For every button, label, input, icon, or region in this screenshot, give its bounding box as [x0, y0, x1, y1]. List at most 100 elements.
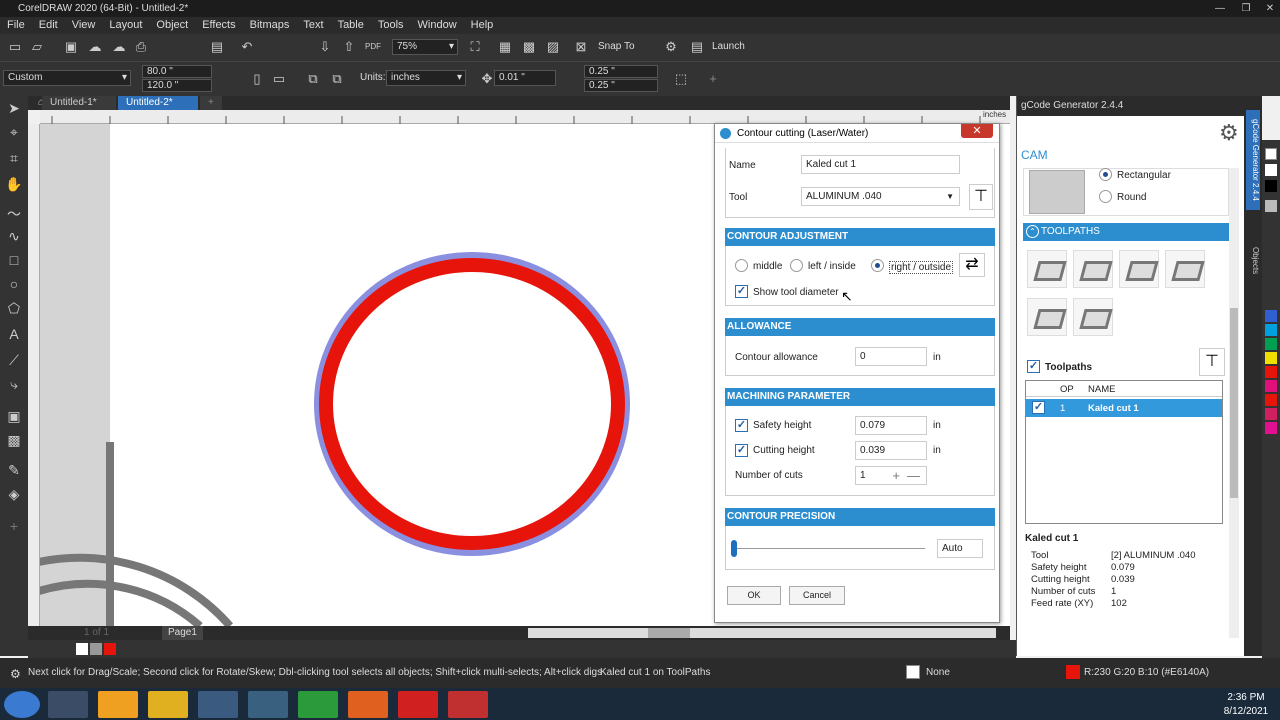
- menu-help[interactable]: Help: [464, 17, 501, 34]
- panel-scrollbar[interactable]: [1229, 168, 1239, 638]
- contour-allowance-input[interactable]: 0: [855, 347, 927, 366]
- vertical-ruler[interactable]: [28, 124, 40, 626]
- new-tab-icon[interactable]: +: [200, 96, 222, 110]
- taskbar-app3-icon[interactable]: [248, 691, 288, 718]
- rulers-icon[interactable]: ▦: [496, 38, 514, 56]
- taskbar-app6-icon[interactable]: [448, 691, 488, 718]
- taskbar-firefox-icon[interactable]: [348, 691, 388, 718]
- panel-scrollbar-thumb[interactable]: [1230, 308, 1238, 498]
- tool-database-icon[interactable]: ⊤: [1199, 348, 1225, 376]
- taskbar-app4-icon[interactable]: [298, 691, 338, 718]
- paste-icon[interactable]: ▤: [208, 38, 226, 56]
- swap-direction-icon[interactable]: ⇄: [959, 253, 985, 277]
- swatch-pink[interactable]: [1265, 422, 1277, 434]
- new-document-icon[interactable]: ▭: [6, 38, 24, 56]
- tool-library-icon[interactable]: ⊤: [969, 184, 993, 210]
- duplicate-x-field[interactable]: 0.25 ": [584, 65, 658, 78]
- portrait-icon[interactable]: ▯: [248, 70, 266, 88]
- number-of-cuts-input[interactable]: 1 + —: [855, 466, 927, 485]
- toolpath-text-icon[interactable]: [1165, 250, 1205, 288]
- swatch-no-color[interactable]: [1265, 148, 1277, 160]
- ellipse-tool-icon[interactable]: ○: [4, 274, 24, 294]
- collapse-icon[interactable]: ⌃: [1026, 225, 1039, 238]
- name-input[interactable]: Kaled cut 1: [801, 155, 960, 174]
- tab-cam[interactable]: CAM: [1021, 148, 1048, 162]
- increment-icon[interactable]: +: [892, 467, 900, 484]
- units-select[interactable]: inches ▾: [386, 70, 466, 86]
- eyedropper-icon[interactable]: ✎: [4, 460, 24, 480]
- radio-right-outside[interactable]: [871, 259, 884, 272]
- page-preset-select[interactable]: Custom ▾: [3, 70, 131, 86]
- menu-bitmaps[interactable]: Bitmaps: [243, 17, 297, 34]
- taskbar-coreldraw-icon[interactable]: [98, 691, 138, 718]
- open-icon[interactable]: ▱: [28, 38, 46, 56]
- menu-tools[interactable]: Tools: [371, 17, 411, 34]
- minimize-button[interactable]: —: [1208, 0, 1232, 17]
- undo-icon[interactable]: ↶: [238, 38, 256, 56]
- precision-slider-track[interactable]: [733, 548, 925, 549]
- status-gear-icon[interactable]: ⚙: [10, 667, 21, 681]
- transparency-icon[interactable]: ▩: [4, 430, 24, 450]
- radio-round[interactable]: [1099, 190, 1112, 203]
- toolpaths-section-header[interactable]: ⌃ TOOLPATHS: [1023, 223, 1229, 241]
- pick-tool-icon[interactable]: ➤: [4, 98, 24, 118]
- taskbar-explorer-icon[interactable]: [198, 691, 238, 718]
- swatch-red[interactable]: [1265, 366, 1277, 378]
- precision-slider-handle[interactable]: [731, 540, 737, 557]
- menu-effects[interactable]: Effects: [195, 17, 242, 34]
- start-button-icon[interactable]: [4, 691, 40, 718]
- menu-file[interactable]: File: [0, 17, 32, 34]
- taskbar-app5-icon[interactable]: [398, 691, 438, 718]
- toolpath-pocket-icon[interactable]: [1073, 250, 1113, 288]
- tab-untitled-1[interactable]: Untitled-1*: [42, 96, 116, 110]
- page-height-field[interactable]: 120.0 ": [142, 79, 212, 92]
- options-gear-icon[interactable]: ⚙: [662, 38, 680, 56]
- artistic-media-icon[interactable]: ∿: [4, 226, 24, 246]
- pan-tool-icon[interactable]: ✋: [4, 174, 24, 194]
- cloud-icon[interactable]: ☁: [86, 38, 104, 56]
- import-icon[interactable]: ⇩: [316, 38, 334, 56]
- dialog-title-bar[interactable]: Contour cutting (Laser/Water) ✕: [715, 124, 999, 143]
- snap-to-dropdown[interactable]: Snap To: [598, 41, 635, 52]
- toolpath-drill-icon[interactable]: [1119, 250, 1159, 288]
- parallel-dimension-icon[interactable]: ⟋: [4, 350, 24, 370]
- swatch-cyan[interactable]: [1265, 324, 1277, 336]
- radio-rectangular[interactable]: [1099, 168, 1112, 181]
- snap-icon[interactable]: ⊠: [572, 38, 590, 56]
- horizontal-ruler[interactable]: inches: [40, 110, 1010, 124]
- launch-dropdown[interactable]: Launch: [712, 41, 745, 52]
- current-page-icon[interactable]: ⧉: [328, 70, 346, 88]
- docker-tab-gcode[interactable]: gCode Generator 2.4.4: [1246, 110, 1260, 210]
- menu-edit[interactable]: Edit: [32, 17, 65, 34]
- dialog-close-button[interactable]: ✕: [961, 124, 993, 138]
- print-icon[interactable]: ⎙: [132, 38, 150, 56]
- export-icon[interactable]: ⇧: [340, 38, 358, 56]
- freehand-tool-icon[interactable]: 〜: [4, 204, 24, 224]
- cancel-button[interactable]: Cancel: [789, 586, 845, 605]
- horizontal-scrollbar[interactable]: [528, 628, 996, 638]
- page-tab-page1[interactable]: Page1: [162, 626, 203, 640]
- rectangle-tool-icon[interactable]: □: [4, 250, 24, 270]
- close-button[interactable]: ✕: [1258, 0, 1280, 17]
- full-screen-icon[interactable]: ⛶: [466, 38, 484, 56]
- swatch-magenta[interactable]: [1265, 380, 1277, 392]
- tool-select[interactable]: ALUMINUM .040 ▼: [801, 187, 960, 206]
- grid-icon[interactable]: ▩: [520, 38, 538, 56]
- row-checkbox[interactable]: ✓: [1032, 401, 1045, 414]
- show-tool-diameter-checkbox[interactable]: ✓: [735, 285, 748, 298]
- fill-none-icon[interactable]: [906, 665, 920, 679]
- swatch-none[interactable]: [76, 643, 88, 655]
- precision-value-field[interactable]: Auto: [937, 539, 983, 558]
- swatch-red-2[interactable]: [1265, 394, 1277, 406]
- polygon-tool-icon[interactable]: ⬠: [4, 298, 24, 318]
- swatch-black[interactable]: [1265, 180, 1277, 192]
- safety-height-checkbox[interactable]: ✓: [735, 419, 748, 432]
- settings-gear-icon[interactable]: ⚙: [1219, 120, 1239, 146]
- page-frame-icon[interactable]: ⬚: [672, 70, 690, 88]
- toolpath-contour-icon[interactable]: [1027, 250, 1067, 288]
- menu-table[interactable]: Table: [331, 17, 371, 34]
- drop-shadow-icon[interactable]: ▣: [4, 406, 24, 426]
- menu-object[interactable]: Object: [149, 17, 195, 34]
- swatch-gray[interactable]: [90, 643, 102, 655]
- save-icon[interactable]: ▣: [62, 38, 80, 56]
